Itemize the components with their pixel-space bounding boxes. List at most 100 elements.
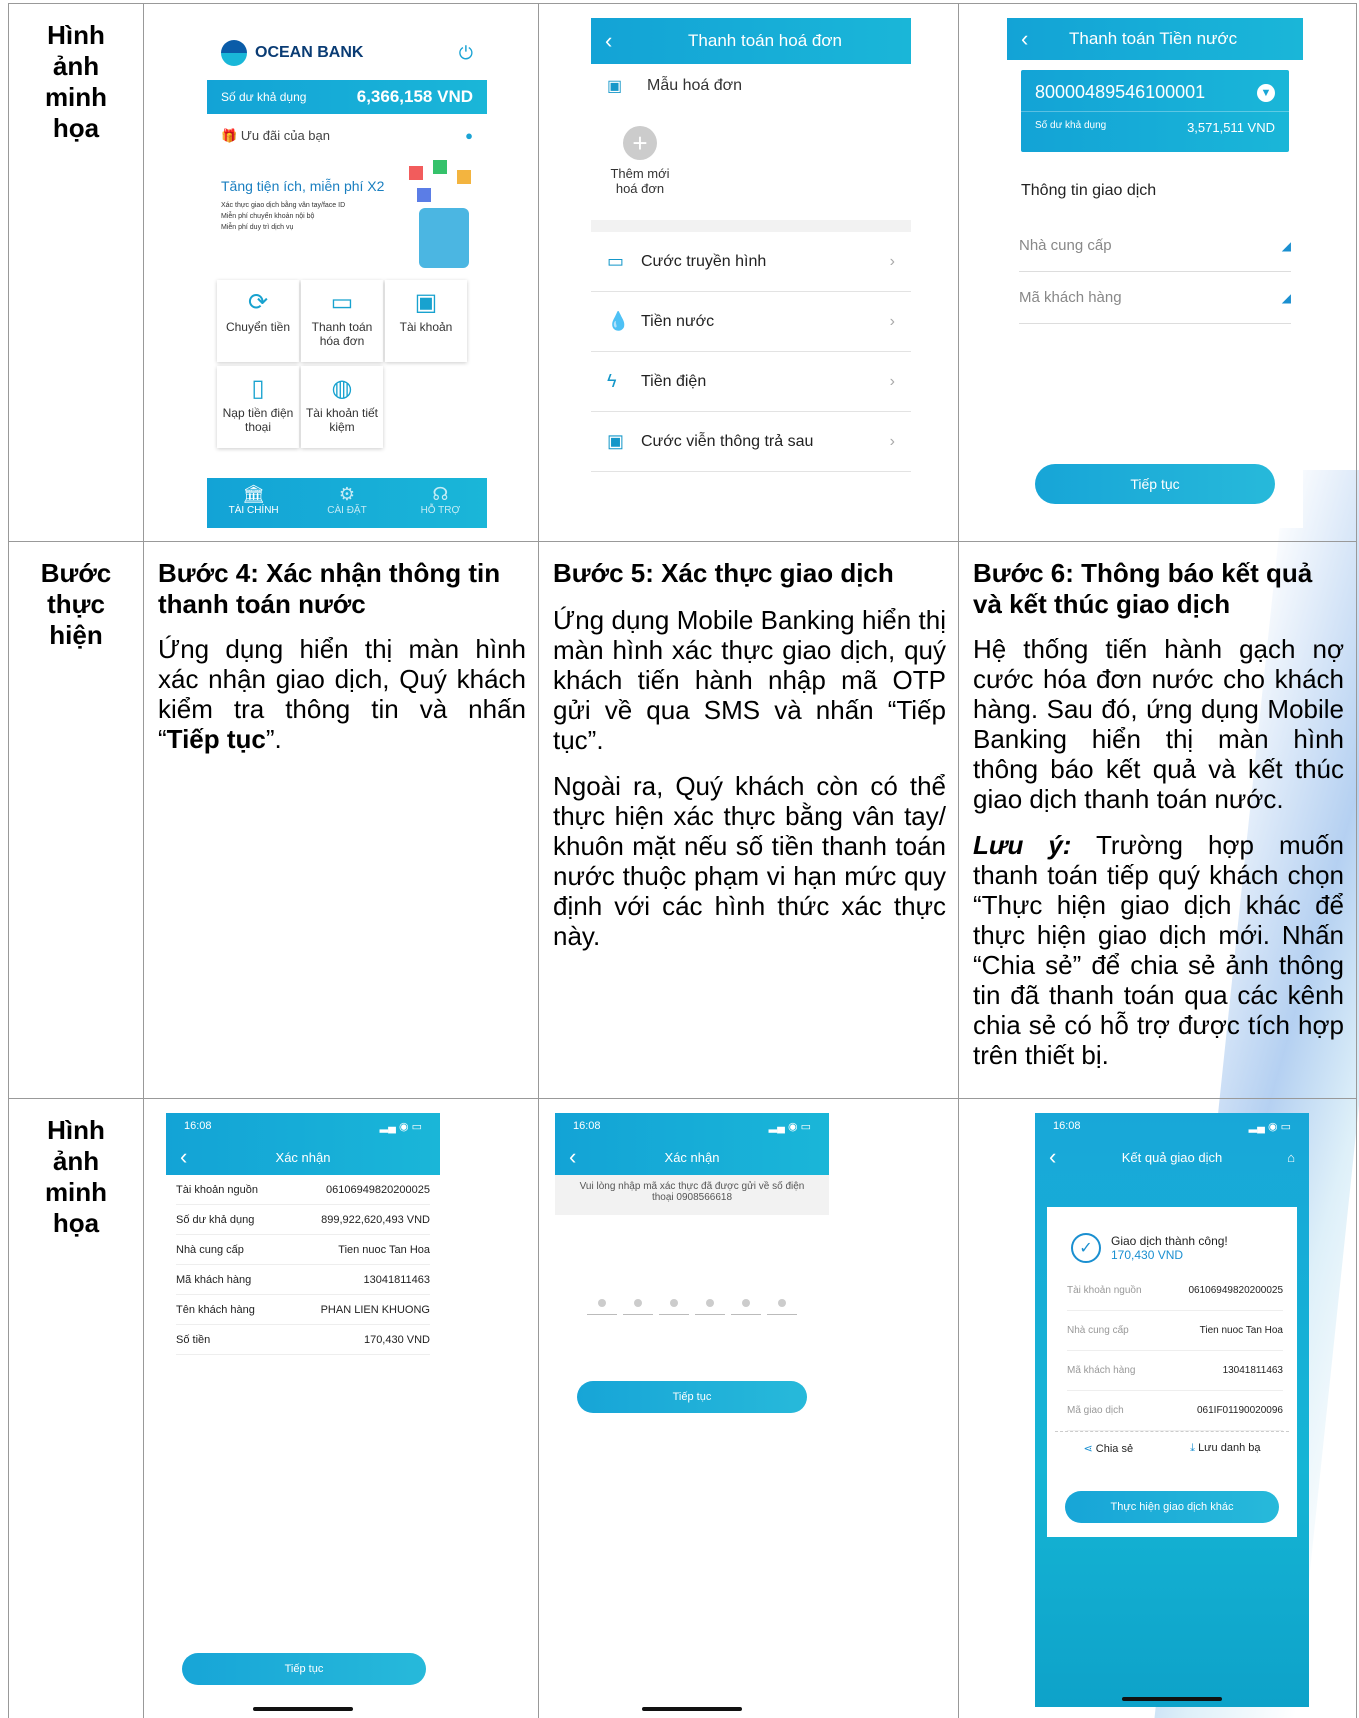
home-icon[interactable]: ⌂ (1267, 1150, 1295, 1165)
provider-field[interactable]: Nhà cung cấp ◢ (1019, 220, 1291, 272)
phone-icon: ▯ (251, 375, 265, 402)
piggy-bank-icon: ◍ (331, 375, 353, 402)
bank-icon: 🏛 (242, 484, 266, 504)
tile-account[interactable]: ▣ Tài khoản (385, 280, 467, 362)
dropdown-icon[interactable]: ▼ (1257, 83, 1275, 102)
otp-input[interactable] (555, 1295, 829, 1315)
phone-illustration (399, 158, 477, 268)
row-label-illustration: Hình ảnh minh họa (8, 3, 144, 542)
save-contact-button[interactable]: ⤓ Lưu danh bạ (1190, 1442, 1260, 1455)
receipt-label: Nhà cung cấp (1067, 1325, 1129, 1336)
nav-support[interactable]: ☊ HỖ TRỢ (394, 478, 487, 528)
back-icon[interactable]: ‹ (1049, 1144, 1077, 1170)
nav-finance[interactable]: 🏛 TÀI CHÍNH (207, 478, 300, 528)
list-item-electricity[interactable]: ϟ Tiền điện › (591, 352, 911, 412)
balance-bar: Số dư khả dụng 6,366,158 VND (207, 80, 487, 114)
step-4-body: Ứng dụng hiển thị màn hình xác nhận giao… (158, 634, 526, 754)
back-icon[interactable]: ‹ (605, 28, 633, 54)
detail-label: Số dư khả dụng (176, 1213, 255, 1226)
detail-label: Mã khách hàng (176, 1273, 252, 1286)
signal-wifi-battery-icon: ▂▄ ◉ ▭ (768, 1120, 811, 1133)
receipt-row: Mã khách hàng 13041811463 (1067, 1351, 1283, 1391)
home-screen: OCEAN BANK ⏻ Số dư khả dụng 6,366,158 VN… (207, 18, 487, 528)
lightning-icon: ϟ (607, 371, 617, 391)
list-item-tv[interactable]: ▭ Cước truyền hình › (591, 232, 911, 292)
offers-row[interactable]: 🎁 Ưu đãi của bạn ● (207, 114, 487, 158)
illustration-cell-1: OCEAN BANK ⏻ Số dư khả dụng 6,366,158 VN… (143, 3, 539, 542)
power-icon[interactable]: ⏻ (459, 43, 473, 64)
otp-screen: 16:08 ▂▄ ◉ ▭ ‹ Xác nhận Vui lòng nhập mã x… (555, 1113, 829, 1717)
receipt-value: Tien nuoc Tan Hoa (1199, 1325, 1283, 1336)
tile-savings[interactable]: ◍ Tài khoản tiết kiệm (301, 366, 383, 448)
download-icon: ⤓ (1190, 1442, 1195, 1454)
back-icon[interactable]: ‹ (1021, 26, 1049, 52)
add-invoice-button[interactable]: + Thêm mới hoá đơn (605, 126, 675, 196)
invoice-icon: ▣ (607, 78, 623, 95)
illustration-cell-5: 16:08 ▂▄ ◉ ▭ ‹ Xác nhận Vui lòng nhập mã x… (538, 1098, 959, 1718)
header: ‹ Xác nhận (180, 1144, 331, 1170)
back-icon[interactable]: ‹ (569, 1144, 597, 1170)
tile-pay-bill[interactable]: ▭ Thanh toán hóa đơn (301, 280, 383, 362)
detail-value: PHAN LIEN KHUONG (320, 1303, 430, 1316)
section-title: Thông tin giao dịch (1021, 182, 1157, 199)
receipt-label: Mã giao dịch (1067, 1405, 1124, 1416)
receipt-row: Nhà cung cấp Tien nuoc Tan Hoa (1067, 1311, 1283, 1351)
header: ‹ Thanh toán hoá đơn (591, 18, 911, 64)
chevron-right-icon: › (889, 432, 895, 450)
invoice-icon: ▣ (607, 431, 625, 451)
template-row[interactable]: ▣ Mẫu hoá đơn (591, 64, 911, 108)
status-bar: 16:08 ▂▄ ◉ ▭ (184, 1120, 422, 1133)
tv-icon: ▭ (607, 251, 625, 271)
list-item-water[interactable]: 💧 Tiền nước › (591, 292, 911, 352)
instruction-table: Hình ảnh minh họa OCEAN BANK ⏻ Số dư khả… (8, 3, 1357, 1718)
new-transaction-button[interactable]: Thực hiện giao dịch khác (1065, 1491, 1279, 1523)
step-5-cell: Bước 5: Xác thực giao dịch Ứng dụng Mobi… (538, 541, 959, 1099)
chevron-right-icon: › (889, 252, 895, 270)
gear-icon: ⚙ (338, 484, 356, 504)
detail-row: Số tiền 170,430 VND (176, 1325, 430, 1355)
receipt-row: Mã giao dịch 061IF01190020096 (1067, 1391, 1283, 1431)
detail-label: Tên khách hàng (176, 1303, 255, 1316)
headset-icon: ☊ (432, 484, 449, 504)
dot-indicator: ● (465, 128, 473, 143)
home-indicator (1122, 1697, 1222, 1701)
list-item-telecom[interactable]: ▣ Cước viễn thông trả sau › (591, 412, 911, 472)
detail-value: 13041811463 (363, 1273, 430, 1286)
receipt-label: Tài khoản nguồn (1067, 1285, 1142, 1296)
continue-button[interactable]: Tiếp tục (182, 1653, 426, 1685)
confirm-details: Tài khoản nguồn 06106949820200025 Số dư kh… (166, 1175, 440, 1355)
status-bar: 16:08 ▂▄ ◉ ▭ (1053, 1120, 1291, 1133)
receipt-value: 061IF01190020096 (1196, 1405, 1283, 1416)
detail-label: Nhà cung cấp (176, 1243, 244, 1256)
customer-code-field[interactable]: Mã khách hàng ◢ (1019, 272, 1291, 324)
tile-topup[interactable]: ▯ Nạp tiền điện thoại (217, 366, 299, 448)
receipt-label: Mã khách hàng (1067, 1365, 1136, 1376)
bank-logo: OCEAN BANK (221, 40, 363, 66)
detail-label: Tài khoản nguồn (176, 1183, 258, 1196)
continue-button[interactable]: Tiếp tục (577, 1381, 807, 1413)
receipt-details: Tài khoản nguồn 06106949820200025 Nhà cung… (1047, 1271, 1297, 1431)
receipt-value: 13041811463 (1222, 1365, 1283, 1376)
share-button[interactable]: ⋖ Chia sẻ (1084, 1442, 1134, 1455)
account-card[interactable]: 80000489546100001 ▼ Số dư khả dụng 3,571… (1021, 70, 1289, 152)
row-label-steps: Bước thực hiện (8, 541, 144, 1099)
receipt-value: 06106949820200025 (1188, 1285, 1283, 1296)
nav-settings[interactable]: ⚙ CÀI ĐẶT (300, 478, 393, 528)
header: ‹ Kết quả giao dịch ⌂ (1049, 1144, 1295, 1170)
back-icon[interactable]: ‹ (180, 1144, 208, 1170)
dropdown-icon: ◢ (1281, 290, 1291, 305)
home-indicator (642, 1707, 742, 1711)
detail-row: Tài khoản nguồn 06106949820200025 (176, 1175, 430, 1205)
otp-hint: Vui lòng nhập mã xác thực đã được gửi về… (555, 1175, 829, 1215)
bill-payment-screen: ‹ Thanh toán hoá đơn ▣ Mẫu hoá đơn + Thê… (591, 18, 911, 528)
bottom-nav: 🏛 TÀI CHÍNH ⚙ CÀI ĐẶT ☊ HỖ TRỢ (207, 478, 487, 528)
continue-button[interactable]: Tiếp tục (1035, 464, 1275, 504)
detail-value: 06106949820200025 (325, 1183, 430, 1196)
result-screen: 16:08 ▂▄ ◉ ▭ ‹ Kết quả giao dịch ⌂ ✓ Giao… (1035, 1113, 1309, 1707)
receipt-row: Tài khoản nguồn 06106949820200025 (1067, 1271, 1283, 1311)
detail-row: Nhà cung cấp Tien nuoc Tan Hoa (176, 1235, 430, 1265)
tile-transfer[interactable]: ⟳ Chuyển tiền (217, 280, 299, 362)
dropdown-icon: ◢ (1281, 238, 1291, 253)
detail-value: 170,430 VND (363, 1333, 430, 1346)
promo-banner: Tăng tiện ích, miễn phí X2 Xác thực giao… (207, 158, 487, 278)
